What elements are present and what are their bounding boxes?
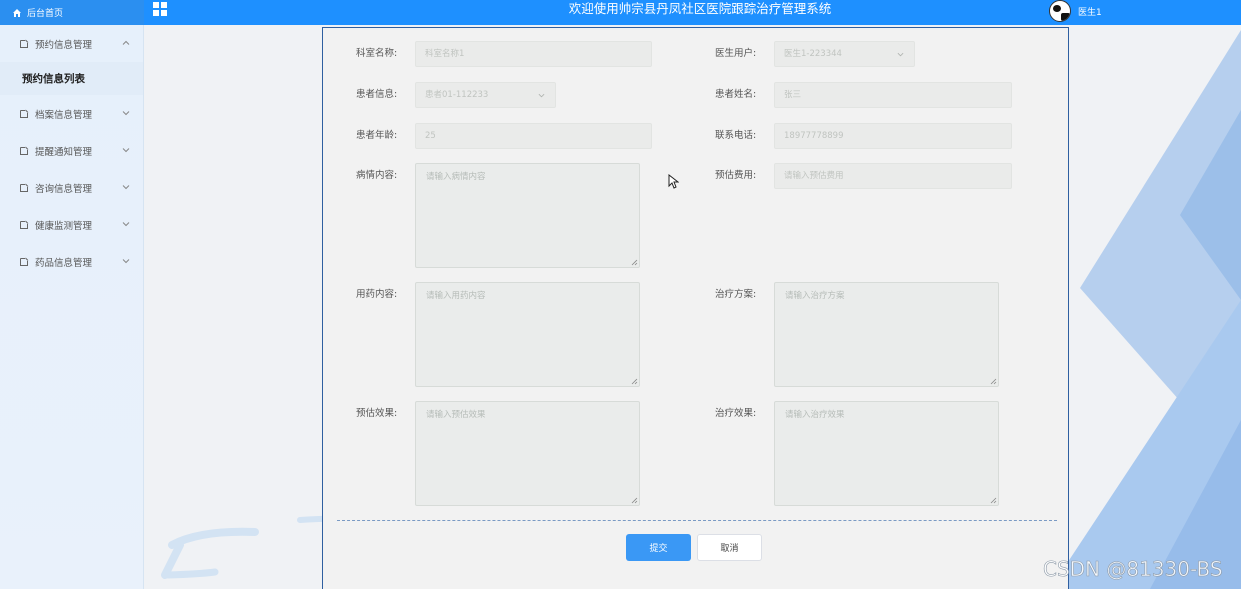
document-icon	[20, 146, 29, 155]
condition-label: 病情内容:	[356, 170, 398, 181]
chevron-down-icon	[122, 259, 130, 264]
document-icon	[20, 257, 29, 266]
treatment-plan-label: 治疗方案:	[715, 289, 757, 300]
patient-age-label: 患者年龄:	[356, 130, 398, 141]
estimated-cost-label: 预估费用:	[715, 170, 757, 181]
patient-info-label: 患者信息:	[356, 89, 398, 100]
resize-grip-icon[interactable]	[990, 378, 997, 385]
sidebar-item-label: 提醒通知管理	[35, 146, 93, 158]
top-bar: 后台首页 欢迎使用帅宗县丹凤社区医院跟踪治疗管理系统 医生1	[0, 0, 1241, 25]
patient-info-value: 患者01-112233	[425, 90, 489, 100]
expected-effect-label: 预估效果:	[356, 408, 398, 419]
doctor-user-value: 医生1-223344	[784, 49, 842, 59]
sidebar-item-label: 药品信息管理	[35, 257, 93, 269]
cancel-button[interactable]: 取消	[697, 534, 762, 561]
medication-placeholder: 请输入用药内容	[426, 291, 486, 301]
phone-label: 联系电话:	[715, 130, 757, 141]
document-icon	[20, 220, 29, 229]
sidebar-item-label: 预约信息管理	[35, 39, 93, 51]
avatar[interactable]	[1049, 0, 1071, 22]
sidebar-item-health-monitoring[interactable]: 健康监测管理	[0, 206, 143, 243]
sidebar-item-label: 档案信息管理	[35, 109, 93, 121]
chevron-down-icon	[122, 148, 130, 153]
medication-label: 用药内容:	[356, 289, 398, 300]
document-icon	[20, 183, 29, 192]
sidebar-item-consultation[interactable]: 咨询信息管理	[0, 169, 143, 206]
department-name-field[interactable]: 科室名称1	[415, 41, 652, 67]
patient-info-select[interactable]: 患者01-112233	[415, 82, 556, 108]
user-name: 医生1	[1078, 7, 1102, 18]
treatment-effect-placeholder: 请输入治疗效果	[785, 410, 845, 420]
resize-grip-icon[interactable]	[990, 497, 997, 504]
treatment-plan-placeholder: 请输入治疗方案	[785, 291, 845, 301]
home-tab-label: 后台首页	[27, 9, 64, 19]
sidebar-item-reminder[interactable]: 提醒通知管理	[0, 132, 143, 169]
expected-effect-textarea[interactable]: 请输入预估效果	[415, 401, 640, 506]
treatment-effect-label: 治疗效果:	[715, 408, 757, 419]
department-name-label: 科室名称:	[356, 48, 398, 59]
treatment-plan-textarea[interactable]: 请输入治疗方案	[774, 282, 999, 387]
sidebar-item-archive[interactable]: 档案信息管理	[0, 95, 143, 132]
expected-effect-placeholder: 请输入预估效果	[426, 410, 486, 420]
patient-age-field[interactable]: 25	[415, 123, 652, 149]
watermark: CSDN @81330-BS	[1043, 557, 1223, 582]
system-title: 欢迎使用帅宗县丹凤社区医院跟踪治疗管理系统	[568, 1, 832, 16]
sidebar-item-label: 咨询信息管理	[35, 183, 93, 195]
submit-button[interactable]: 提交	[626, 534, 691, 561]
document-icon	[20, 39, 29, 48]
estimated-cost-field[interactable]: 请输入预估费用	[774, 163, 1012, 189]
phone-field[interactable]: 18977778899	[774, 123, 1012, 149]
document-icon	[20, 109, 29, 118]
mouse-cursor-icon	[668, 174, 679, 189]
sidebar-subitem-appointment-list[interactable]: 预约信息列表	[0, 62, 143, 95]
doctor-user-select[interactable]: 医生1-223344	[774, 41, 915, 67]
chevron-down-icon	[122, 185, 130, 190]
sidebar-subitem-label: 预约信息列表	[22, 73, 85, 85]
chevron-down-icon	[122, 111, 130, 116]
resize-grip-icon[interactable]	[631, 259, 638, 266]
chevron-down-icon	[122, 222, 130, 227]
grid-menu-icon[interactable]	[153, 2, 167, 16]
medication-textarea[interactable]: 请输入用药内容	[415, 282, 640, 387]
sidebar-item-label: 健康监测管理	[35, 220, 93, 232]
patient-name-label: 患者姓名:	[715, 89, 757, 100]
appointment-form: 科室名称: 科室名称1 医生用户: 医生1-223344 患者信息: 患者01-…	[322, 27, 1069, 589]
treatment-effect-textarea[interactable]: 请输入治疗效果	[774, 401, 999, 506]
user-menu[interactable]: 医生1	[1049, 0, 1102, 22]
chevron-down-icon	[538, 93, 545, 98]
sidebar-item-appointment[interactable]: 预约信息管理	[0, 25, 143, 62]
chevron-up-icon	[122, 40, 130, 45]
sidebar-item-medicine[interactable]: 药品信息管理	[0, 243, 143, 280]
chevron-down-icon	[897, 52, 904, 57]
resize-grip-icon[interactable]	[631, 497, 638, 504]
condition-placeholder: 请输入病情内容	[426, 172, 486, 182]
patient-name-field[interactable]: 张三	[774, 82, 1012, 108]
home-tab[interactable]: 后台首页	[0, 0, 144, 25]
doctor-user-label: 医生用户:	[715, 48, 757, 59]
resize-grip-icon[interactable]	[631, 378, 638, 385]
home-icon	[13, 8, 21, 17]
sidebar: 预约信息管理 预约信息列表 档案信息管理 提醒通知管理 咨询信息管理 健康监测管…	[0, 25, 144, 589]
condition-textarea[interactable]: 请输入病情内容	[415, 163, 640, 268]
form-divider	[337, 520, 1057, 521]
